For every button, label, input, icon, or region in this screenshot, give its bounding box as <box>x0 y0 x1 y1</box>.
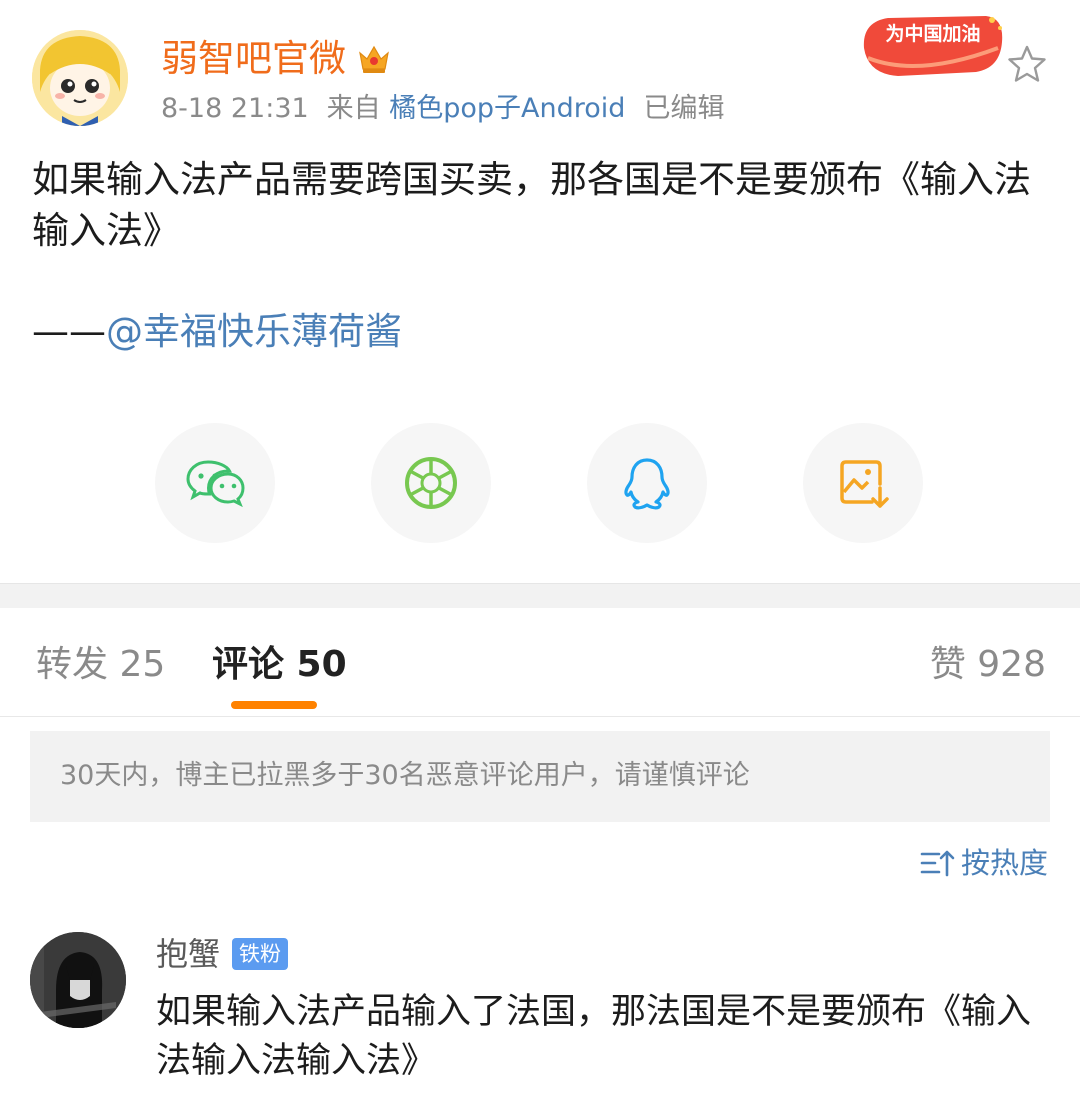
tabs-divider <box>0 716 1080 717</box>
source-prefix: 来自 <box>326 93 381 124</box>
tab-comment[interactable]: 评论 50 <box>212 640 347 690</box>
sort-label[interactable]: 按热度 <box>961 843 1048 883</box>
commenter-name[interactable]: 抱蟹 <box>156 932 220 976</box>
moments-icon <box>405 457 457 509</box>
sort-icon <box>920 850 955 877</box>
credit-dash: —— <box>32 310 106 353</box>
wechat-share-button[interactable] <box>155 423 275 543</box>
post-time: 8-18 21:31 <box>161 93 309 124</box>
cheer-china-badge[interactable]: 为中国加油 <box>858 8 1008 80</box>
tab-repost[interactable]: 转发 25 <box>36 640 165 690</box>
comment-notice-text: 30天内，博主已拉黑多于30名恶意评论用户，请谨慎评论 <box>60 760 750 791</box>
author-avatar[interactable] <box>32 30 128 126</box>
cheer-badge-text: 为中国加油 <box>885 22 980 45</box>
active-tab-indicator <box>231 701 317 709</box>
qq-icon <box>624 458 670 510</box>
post-meta: 8-18 21:31 来自 橘色pop子Android 已编辑 <box>161 91 724 127</box>
avatar-illustration <box>32 30 128 126</box>
moments-share-button[interactable] <box>371 423 491 543</box>
post-content: 如果输入法产品需要跨国买卖，那各国是不是要颁布《输入法输入法》 <box>32 158 1031 252</box>
save-image-button[interactable] <box>803 423 923 543</box>
fan-badge[interactable]: 铁粉 <box>232 938 289 970</box>
wechat-icon <box>186 460 245 508</box>
commenter-avatar[interactable] <box>30 932 126 1028</box>
credit-mention-link[interactable]: @幸福快乐薄荷酱 <box>106 310 402 353</box>
crown-icon <box>359 45 389 73</box>
post-source[interactable]: 橘色pop子Android <box>389 93 625 124</box>
author-name-row[interactable]: 弱智吧官微 <box>161 36 392 82</box>
save-image-icon <box>840 460 889 508</box>
qq-share-button[interactable] <box>587 423 707 543</box>
comment-notice: 30天内，博主已拉黑多于30名恶意评论用户，请谨慎评论 <box>30 731 1050 822</box>
comment-text: 如果输入法产品输入了法国，那法国是不是要颁布《输入法输入法输入法》 <box>156 992 1032 1081</box>
commenter-row: 抱蟹 铁粉 <box>156 932 289 976</box>
commenter-avatar-image <box>30 932 126 1028</box>
edited-label[interactable]: 已编辑 <box>643 93 724 124</box>
post-credit: ——@幸福快乐薄荷酱 <box>32 306 402 357</box>
favorite-star-icon[interactable] <box>1006 43 1048 85</box>
sort-toggle[interactable]: 按热度 <box>919 843 1048 883</box>
author-name[interactable]: 弱智吧官微 <box>161 36 346 82</box>
section-separator <box>0 583 1080 608</box>
tab-like[interactable]: 赞 928 <box>930 640 1046 690</box>
